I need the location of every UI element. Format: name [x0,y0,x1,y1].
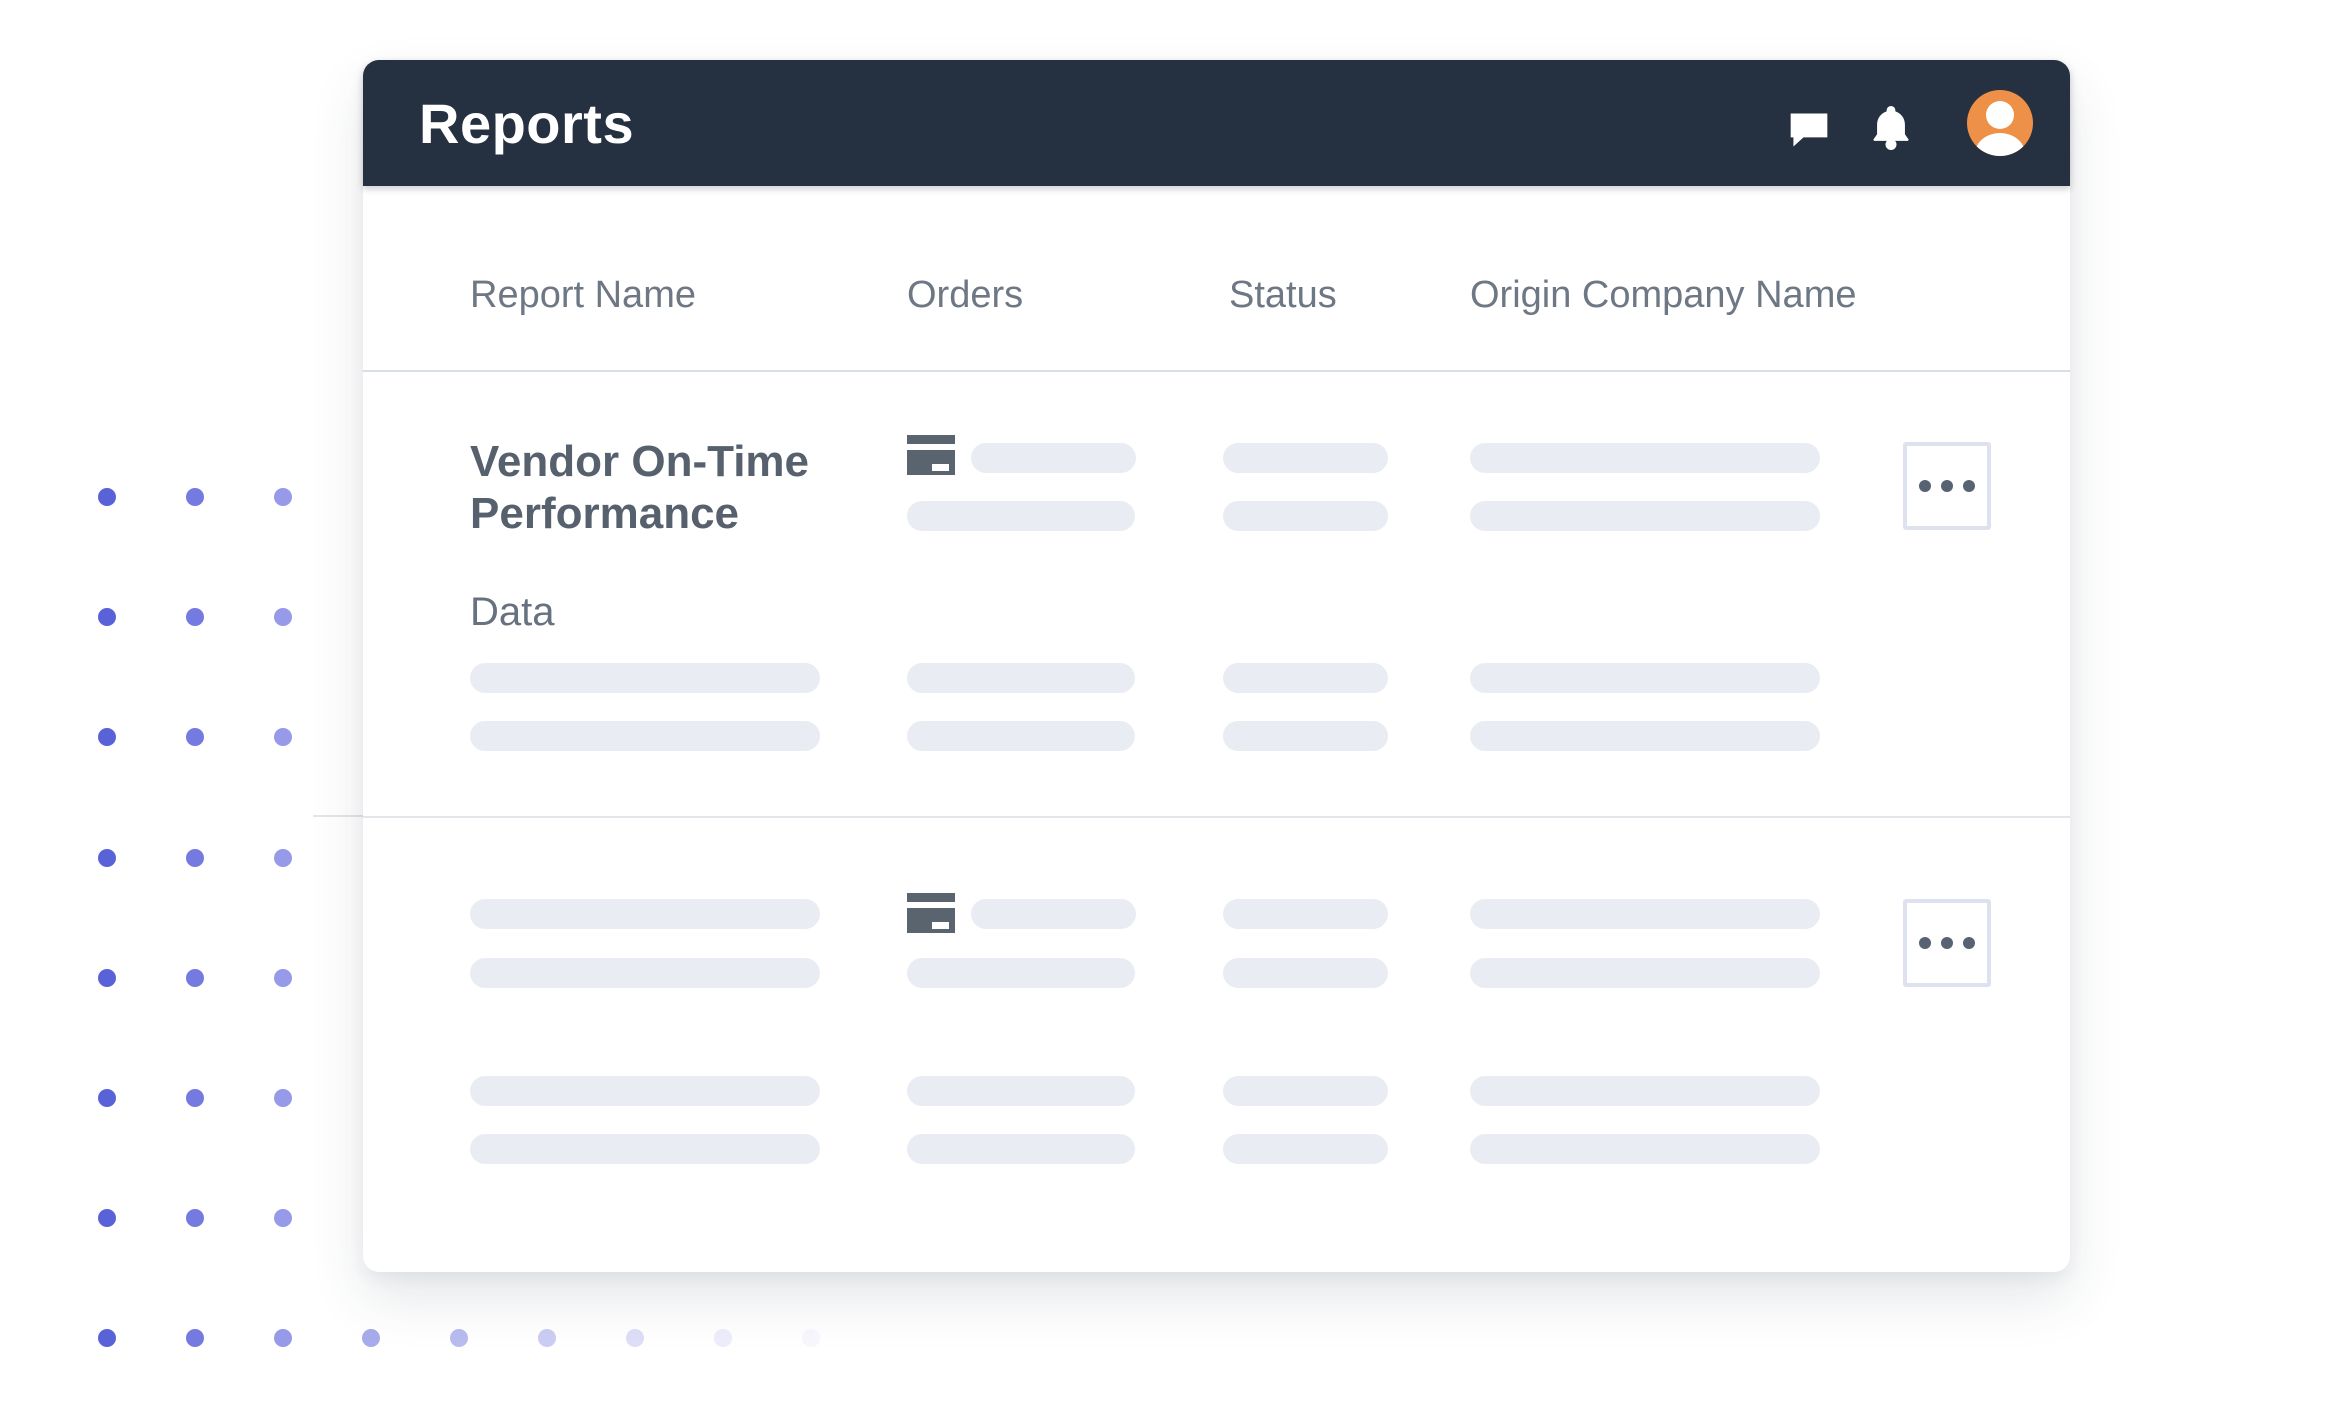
decorative-dot [274,1089,292,1107]
skeleton-bar [971,899,1136,929]
skeleton-bar [1223,899,1388,929]
table-row-divider [363,816,2070,818]
skeleton-bar [1223,1134,1388,1164]
table-header-divider [363,370,2070,372]
decorative-dot [362,1329,380,1347]
skeleton-bar [1470,1076,1820,1106]
column-header-orders: Orders [907,272,1023,318]
decorative-dot [450,1329,468,1347]
decorative-dot [274,969,292,987]
skeleton-bar [1223,958,1388,988]
skeleton-bar [907,958,1135,988]
avatar-shoulders-shape [1975,133,2025,156]
decorative-dot [98,1209,116,1227]
skeleton-bar [907,721,1135,751]
avatar-head-shape [1986,101,2014,129]
skeleton-bar [1470,958,1820,988]
decorative-dot [274,1329,292,1347]
skeleton-bar [1223,1076,1388,1106]
skeleton-bar [1223,501,1388,531]
column-header-status: Status [1229,272,1337,318]
skeleton-bar [1223,443,1388,473]
decorative-dot [186,728,204,746]
bell-icon[interactable] [1869,102,1913,154]
decorative-dot [186,608,204,626]
skeleton-bar [971,443,1136,473]
skeleton-bar [907,1076,1135,1106]
decorative-dot [186,849,204,867]
skeleton-bar [1470,501,1820,531]
credit-card-icon [907,435,955,475]
skeleton-bar [1470,899,1820,929]
more-actions-button[interactable] [1903,442,1991,530]
decorative-dot [714,1329,732,1347]
report-name-text: Vendor On-Time Performance [470,436,850,540]
decorative-dot [98,1089,116,1107]
skeleton-bar [470,958,820,988]
report-section-label: Data [470,590,555,635]
skeleton-bar [1223,721,1388,751]
decorative-dot [98,1329,116,1347]
skeleton-bar [470,663,820,693]
decorative-dot [98,969,116,987]
skeleton-bar [907,663,1135,693]
decorative-dot [802,1329,820,1347]
reports-panel: Reports Report Name Orders Status Origin… [363,60,2070,1272]
decorative-dot [274,849,292,867]
page-title: Reports [419,60,634,186]
skeleton-bar [470,899,820,929]
decorative-dot [98,488,116,506]
decorative-dot [274,488,292,506]
decorative-dot [274,1209,292,1227]
decorative-dot [98,608,116,626]
skeleton-bar [1470,443,1820,473]
decorative-dot [98,728,116,746]
decorative-dot [186,488,204,506]
skeleton-bar [1223,663,1388,693]
chat-icon[interactable] [1787,108,1831,152]
skeleton-bar [470,1134,820,1164]
decorative-dot [274,728,292,746]
skeleton-bar [1470,1134,1820,1164]
panel-header: Reports [363,60,2070,186]
decorative-dot [274,608,292,626]
skeleton-bar [907,1134,1135,1164]
user-avatar[interactable] [1967,90,2033,156]
decorative-dot [186,969,204,987]
decorative-dot [186,1089,204,1107]
decorative-dot [626,1329,644,1347]
decorative-dot [186,1329,204,1347]
decorative-dot [538,1329,556,1347]
skeleton-bar [907,501,1135,531]
decorative-dot [186,1209,204,1227]
more-actions-button[interactable] [1903,899,1991,987]
page-background: Reports Report Name Orders Status Origin… [0,0,2340,1422]
column-header-report-name: Report Name [470,272,696,318]
decorative-dot [98,849,116,867]
skeleton-bar [470,1076,820,1106]
skeleton-bar [470,721,820,751]
credit-card-icon [907,893,955,933]
column-header-origin-company: Origin Company Name [1470,272,1856,318]
skeleton-bar [1470,721,1820,751]
skeleton-bar [1470,663,1820,693]
